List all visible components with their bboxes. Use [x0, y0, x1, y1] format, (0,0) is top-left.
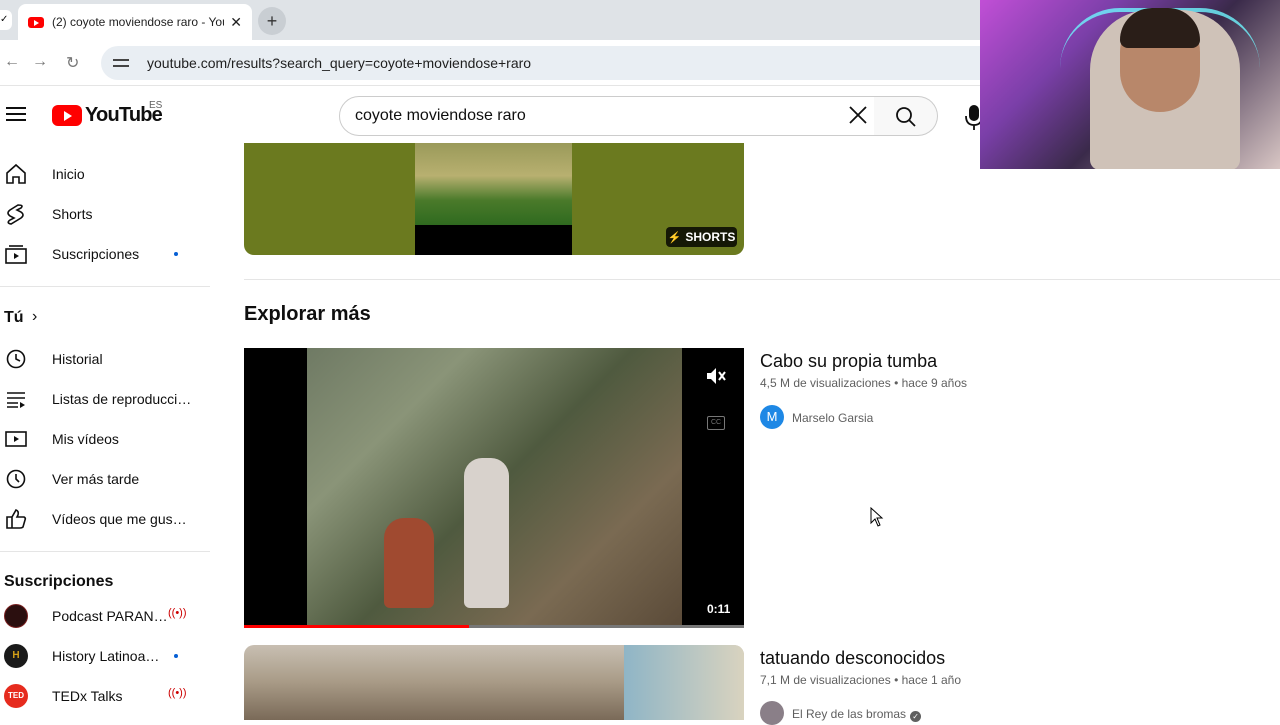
search-icon: [896, 107, 916, 127]
video-meta: 4,5 M de visualizaciones • hace 9 años: [760, 376, 967, 390]
search-button[interactable]: [874, 96, 938, 136]
forward-arrow-icon[interactable]: →: [32, 53, 48, 71]
webcam-overlay: [980, 0, 1280, 169]
sidebar-item-listas[interactable]: Listas de reproducción: [0, 379, 210, 419]
shorts-badge: ⚡ SHORTS: [666, 227, 737, 247]
watch-later-icon: [6, 469, 26, 489]
sidebar-item-label: Listas de reproducción: [52, 391, 192, 407]
captions-button[interactable]: CC: [707, 416, 725, 430]
sidebar-item-label: History Latinoa…: [52, 648, 160, 664]
sidebar-sub-history[interactable]: H History Latinoa…: [0, 636, 210, 676]
sidebar-sub-tedx[interactable]: TED TEDx Talks ((•)): [0, 676, 210, 716]
sidebar-divider: [0, 551, 210, 552]
meta-separator: •: [894, 673, 899, 687]
channel-avatar: H: [4, 644, 28, 668]
sidebar-item-label: Shorts: [52, 206, 93, 222]
sidebar-item-label: Vídeos que me gus…: [52, 511, 187, 527]
sidebar-item-label: Ver más tarde: [52, 471, 140, 487]
sidebar-divider: [0, 286, 210, 287]
sidebar-item-label: Inicio: [52, 166, 85, 182]
youtube-play-icon: [52, 105, 82, 126]
channel-name-text: El Rey de las bromas: [792, 707, 907, 721]
video-title[interactable]: Cabo su propia tumba: [760, 351, 937, 372]
upload-age: hace 1 año: [901, 673, 962, 687]
upload-age: hace 9 años: [901, 376, 968, 390]
sidebar-item-label: Historial: [52, 351, 103, 367]
sidebar-item-suscripciones[interactable]: Suscripciones: [0, 234, 210, 274]
video-meta: 7,1 M de visualizaciones • hace 1 año: [760, 673, 961, 687]
search-input[interactable]: coyote moviendose raro: [339, 96, 875, 136]
view-count: 7,1 M de visualizaciones: [760, 673, 891, 687]
site-settings-icon[interactable]: [113, 56, 131, 70]
video-title[interactable]: tatuando desconocidos: [760, 648, 945, 669]
chevron-right-icon: ›: [32, 308, 38, 325]
view-count: 4,5 M de visualizaciones: [760, 376, 891, 390]
preview-figure: [384, 518, 434, 608]
verified-check-icon: ✓: [910, 711, 922, 722]
sidebar-item-mis-videos[interactable]: Mis vídeos: [0, 419, 210, 459]
search-query: coyote moviendose raro: [355, 107, 526, 124]
playlists-icon: [7, 392, 25, 408]
back-arrow-icon[interactable]: ←: [4, 53, 20, 71]
clear-search-icon[interactable]: [847, 104, 869, 126]
shorts-badge-label: SHORTS: [685, 230, 736, 244]
sidebar-item-shorts[interactable]: Shorts: [0, 194, 210, 234]
live-icon: ((•)): [168, 687, 187, 699]
meta-separator: •: [894, 376, 899, 390]
sidebar-you-header[interactable]: Tú ›: [0, 299, 210, 339]
sidebar-sub-podcast[interactable]: Podcast PARAN… ((•)): [0, 596, 210, 636]
liked-videos-icon: [6, 509, 27, 529]
subscriptions-icon: [5, 245, 27, 264]
section-divider: [244, 279, 1280, 280]
sidebar-item-label: Suscripciones: [52, 246, 140, 262]
sidebar-item-liked-videos[interactable]: Vídeos que me gus…: [0, 499, 210, 539]
channel-name[interactable]: Marselo Garsia: [792, 411, 873, 425]
shorts-frame: [415, 143, 572, 225]
muted-speaker-icon[interactable]: [705, 366, 727, 386]
channel-avatar[interactable]: M: [760, 405, 784, 429]
video-thumbnail[interactable]: [244, 645, 744, 720]
history-icon: [6, 349, 26, 369]
sidebar-item-inicio[interactable]: Inicio: [0, 154, 210, 194]
mouse-cursor-icon: [870, 507, 884, 527]
menu-icon[interactable]: [6, 107, 26, 121]
playback-progress-fill: [244, 625, 469, 628]
you-header: Tú: [4, 309, 24, 326]
home-icon: [6, 163, 26, 184]
browser-tab[interactable]: (2) coyote moviendose raro - YouTube ✕: [18, 4, 252, 40]
sidebar-item-ver-mas-tarde[interactable]: Ver más tarde: [0, 459, 210, 499]
new-content-dot: [174, 252, 178, 256]
youtube-favicon-icon: [28, 16, 44, 28]
tab-close-icon[interactable]: ✕: [230, 14, 242, 31]
preview-figure: [464, 458, 509, 608]
sidebar: Inicio Shorts Suscripciones Tú › Histori…: [0, 143, 210, 720]
channel-avatar: [4, 604, 28, 628]
channel-avatar: TED: [4, 684, 28, 708]
subscriptions-header: Suscripciones: [4, 573, 114, 590]
section-title: Explorar más: [244, 303, 371, 325]
video-thumbnail[interactable]: [244, 348, 744, 628]
youtube-logo[interactable]: YouTube: [52, 104, 163, 127]
live-icon: ((•)): [168, 607, 187, 619]
tab-title: (2) coyote moviendose raro - YouTube: [52, 15, 224, 29]
address-url: youtube.com/results?search_query=coyote+…: [147, 55, 532, 71]
shorts-letterbox: [415, 225, 572, 255]
shorts-icon: ⚡: [667, 231, 682, 244]
channel-avatar[interactable]: [760, 701, 784, 725]
address-bar[interactable]: youtube.com/results?search_query=coyote+…: [101, 46, 1001, 80]
video-duration: 0:11: [707, 602, 731, 616]
my-videos-icon: [5, 431, 27, 447]
sidebar-item-label: Mis vídeos: [52, 431, 119, 447]
new-content-dot: [174, 654, 178, 658]
reload-icon[interactable]: ↻: [66, 53, 79, 73]
preview-mural: [624, 645, 744, 720]
sidebar-item-historial[interactable]: Historial: [0, 339, 210, 379]
country-code: ES: [149, 100, 163, 111]
tab-scroll-button[interactable]: ✓: [0, 10, 12, 30]
new-tab-button[interactable]: +: [258, 7, 286, 35]
shorts-icon: [7, 204, 24, 225]
